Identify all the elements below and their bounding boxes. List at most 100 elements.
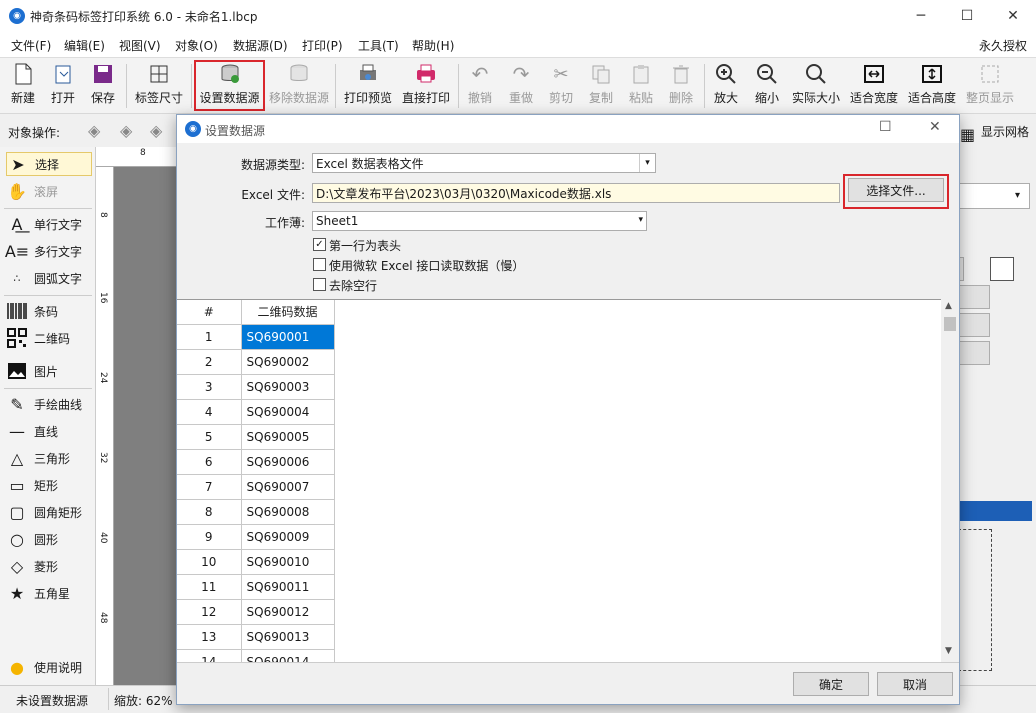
remove-datasource-button[interactable]: 移除数据源 xyxy=(266,62,332,110)
cut-button[interactable]: ✂ 剪切 xyxy=(543,62,579,110)
qrdata-cell[interactable]: SQ690008 xyxy=(241,499,335,525)
table-row[interactable]: 10 SQ690010 xyxy=(177,549,335,575)
table-row[interactable]: 3 SQ690003 xyxy=(177,374,335,400)
qrdata-cell[interactable]: SQ690003 xyxy=(241,374,335,400)
tool-arc-text[interactable]: ∴ 圆弧文字 xyxy=(6,266,83,290)
table-row[interactable]: 8 SQ690008 xyxy=(177,499,335,525)
help-link[interactable]: ● 使用说明 xyxy=(6,655,82,679)
show-grid-label[interactable]: 显示网格 xyxy=(981,123,1029,140)
use-excel-api-checkbox[interactable] xyxy=(313,258,326,271)
copy-button[interactable]: 复制 xyxy=(583,62,619,110)
data-preview-grid[interactable]: # 二维码数据 1 SQ690001 2 SQ690002 3 SQ690003 4 SQ69… xyxy=(177,299,959,662)
open-button[interactable]: 打开 xyxy=(46,62,80,110)
undo-button[interactable]: ↶ 撤销 xyxy=(462,62,498,110)
menu-print[interactable]: 打印(P) xyxy=(302,37,343,54)
tool-star[interactable]: ★ 五角星 xyxy=(6,581,70,605)
tool-line[interactable]: — 直线 xyxy=(6,419,58,443)
fit-height-button[interactable]: 适合高度 xyxy=(905,62,959,110)
close-button[interactable]: ✕ xyxy=(990,0,1036,32)
excel-file-path-input[interactable]: D:\文章发布平台\2023\03月\0320\Maxicode数据.xls xyxy=(312,183,840,203)
actual-size-button[interactable]: 实际大小 xyxy=(789,62,843,110)
grid-scrollbar[interactable]: ▲ ▼ xyxy=(941,299,959,662)
dialog-maximize-button[interactable]: ☐ xyxy=(879,119,892,135)
print-preview-button[interactable]: 打印预览 xyxy=(340,62,396,110)
scroll-down-icon[interactable]: ▼ xyxy=(945,646,952,656)
color-swatch[interactable] xyxy=(990,257,1014,281)
menu-help[interactable]: 帮助(H) xyxy=(412,37,454,54)
first-row-header-checkbox[interactable]: ✓ xyxy=(313,238,326,251)
dialog-close-button[interactable]: ✕ xyxy=(929,119,941,135)
property-button[interactable] xyxy=(958,341,990,365)
table-row[interactable]: 4 SQ690004 xyxy=(177,399,335,425)
save-button[interactable]: 保存 xyxy=(86,62,120,110)
layer-down-icon[interactable]: ◈ xyxy=(120,121,132,140)
tool-select[interactable]: ➤ 选择 xyxy=(6,152,92,176)
scroll-up-icon[interactable]: ▲ xyxy=(945,301,952,311)
fit-width-button[interactable]: 适合宽度 xyxy=(847,62,901,110)
qrdata-cell[interactable]: SQ690007 xyxy=(241,474,335,500)
datasource-type-select[interactable]: Excel 数据表格文件 ▾ xyxy=(312,153,656,173)
qrdata-cell[interactable]: SQ690009 xyxy=(241,524,335,550)
layer-up-icon[interactable]: ◈ xyxy=(88,121,100,140)
menu-object[interactable]: 对象(O) xyxy=(175,37,218,54)
zoom-out-button[interactable]: 缩小 xyxy=(749,62,785,110)
tool-rounded-rectangle[interactable]: ▢ 圆角矩形 xyxy=(6,500,82,524)
qrdata-cell[interactable]: SQ690006 xyxy=(241,449,335,475)
property-dropdown[interactable]: ▾ xyxy=(958,183,1030,209)
property-button[interactable] xyxy=(958,285,990,309)
choose-file-button[interactable]: 选择文件... xyxy=(848,178,944,202)
redo-button[interactable]: ↷ 重做 xyxy=(503,62,539,110)
tool-pan[interactable]: ✋ 滚屏 xyxy=(6,179,58,203)
layer-bottom-icon[interactable]: ◈ xyxy=(150,121,162,140)
qrdata-cell[interactable]: SQ690004 xyxy=(241,399,335,425)
paste-button[interactable]: 粘贴 xyxy=(623,62,659,110)
menu-edit[interactable]: 编辑(E) xyxy=(64,37,105,54)
table-row[interactable]: 11 SQ690011 xyxy=(177,574,335,600)
zoom-in-button[interactable]: 放大 xyxy=(708,62,744,110)
qrdata-cell[interactable]: SQ690010 xyxy=(241,549,335,575)
tool-diamond[interactable]: ◇ 菱形 xyxy=(6,554,58,578)
tool-multi-line-text[interactable]: A≡ 多行文字 xyxy=(5,239,82,263)
remove-empty-rows-checkbox[interactable] xyxy=(313,278,326,291)
ok-button[interactable]: 确定 xyxy=(793,672,869,696)
tool-freehand[interactable]: ✎ 手绘曲线 xyxy=(6,392,82,416)
table-row[interactable]: 13 SQ690013 xyxy=(177,624,335,650)
maximize-button[interactable]: ☐ xyxy=(944,0,990,32)
table-row[interactable]: 9 SQ690009 xyxy=(177,524,335,550)
table-row[interactable]: 2 SQ690002 xyxy=(177,349,335,375)
full-page-button[interactable]: 整页显示 xyxy=(963,62,1017,110)
design-canvas[interactable] xyxy=(114,167,181,685)
qrdata-cell[interactable]: SQ690012 xyxy=(241,599,335,625)
tool-circle[interactable]: ○ 圆形 xyxy=(6,527,58,551)
direct-print-button[interactable]: 直接打印 xyxy=(398,62,454,110)
qrdata-cell[interactable]: SQ690011 xyxy=(241,574,335,600)
new-button[interactable]: 新建 xyxy=(6,62,40,110)
menu-datasource[interactable]: 数据源(D) xyxy=(233,37,288,54)
qrdata-cell[interactable]: SQ690013 xyxy=(241,624,335,650)
table-row[interactable]: 7 SQ690007 xyxy=(177,474,335,500)
table-row[interactable]: 14 SQ690014 xyxy=(177,649,335,662)
tool-single-line-text[interactable]: A͟ 单行文字 xyxy=(6,212,83,236)
qrdata-cell[interactable]: SQ690014 xyxy=(241,649,335,662)
tool-rectangle[interactable]: ▭ 矩形 xyxy=(6,473,58,497)
qrdata-cell[interactable]: SQ690001 xyxy=(241,324,335,350)
table-row[interactable]: 12 SQ690012 xyxy=(177,599,335,625)
table-row[interactable]: 1 SQ690001 xyxy=(177,324,335,350)
table-row[interactable]: 5 SQ690005 xyxy=(177,424,335,450)
minimize-button[interactable]: ─ xyxy=(898,0,944,32)
sheet-select[interactable]: Sheet1 ▾ xyxy=(312,211,647,231)
property-button[interactable] xyxy=(958,313,990,337)
qrdata-cell[interactable]: SQ690005 xyxy=(241,424,335,450)
menu-view[interactable]: 视图(V) xyxy=(119,37,161,54)
tool-triangle[interactable]: △ 三角形 xyxy=(6,446,70,470)
label-size-button[interactable]: 标签尺寸 xyxy=(131,62,187,110)
menu-tools[interactable]: 工具(T) xyxy=(358,37,399,54)
cancel-button[interactable]: 取消 xyxy=(877,672,953,696)
tool-barcode[interactable]: 条码 xyxy=(6,299,58,323)
delete-button[interactable]: 删除 xyxy=(663,62,699,110)
scroll-thumb[interactable] xyxy=(944,317,956,331)
qrdata-cell[interactable]: SQ690002 xyxy=(241,349,335,375)
menu-file[interactable]: 文件(F) xyxy=(11,37,51,54)
tool-qrcode[interactable]: 二维码 xyxy=(6,326,70,350)
table-row[interactable]: 6 SQ690006 xyxy=(177,449,335,475)
